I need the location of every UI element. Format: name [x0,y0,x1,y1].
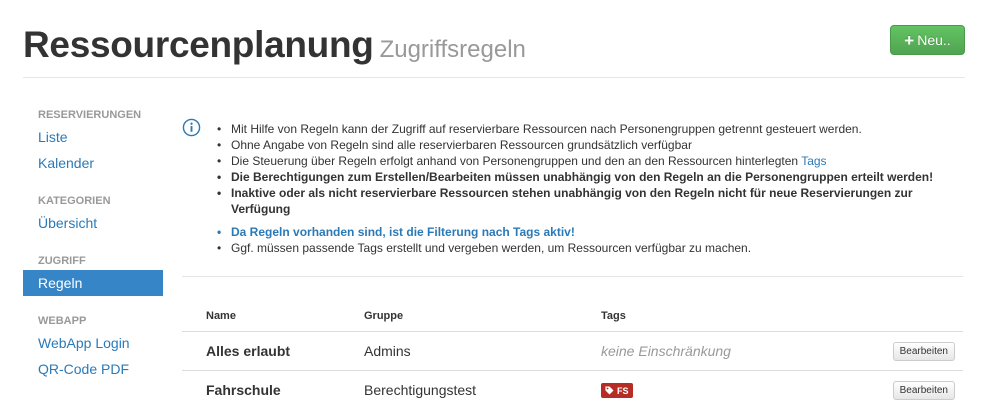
sidebar-item-qr-code-pdf[interactable]: QR-Code PDF [23,356,163,382]
rules-table: Name Gruppe Tags Alles erlaubt Admins ke… [182,300,963,405]
tag-badge[interactable]: FS [601,383,633,398]
info-bullet: Die Steuerung über Regeln erfolgt anhand… [217,153,957,169]
table-header: Name Gruppe Tags [182,300,963,332]
nav-header-webapp: WEBAPP [38,315,87,327]
rule-name: Fahrschule [206,382,281,398]
info-bullet: Die Berechtigungen zum Erstellen/Bearbei… [217,169,957,185]
info-bullet: Ggf. müssen passende Tags erstellt und v… [217,240,957,256]
sidebar-item-regeln[interactable]: Regeln [23,270,163,296]
nav-header-kategorien: KATEGORIEN [38,195,111,207]
rule-name: Alles erlaubt [206,343,291,359]
tags-link[interactable]: Tags [801,154,826,168]
page-header: Ressourcenplanung Zugriffsregeln + Neu.. [23,20,965,78]
rule-tags-text: keine Einschränkung [601,343,731,359]
sidebar-item-webapp-login[interactable]: WebApp Login [23,330,163,356]
plus-icon: + [904,30,915,50]
edit-button[interactable]: Bearbeiten [892,380,955,400]
column-header-tags: Tags [601,309,626,322]
rule-tags: FS [601,382,871,398]
edit-button[interactable]: Bearbeiten [892,341,955,361]
info-bullet: Mit Hilfe von Regeln kann der Zugriff au… [217,121,957,137]
info-bullet-text: Die Steuerung über Regeln erfolgt anhand… [231,154,799,168]
info-bullet: Ohne Angabe von Regeln sind alle reservi… [217,137,957,153]
nav-header-reservierungen: RESERVIERUNGEN [38,109,142,121]
rule-group: Berechtigungstest [364,382,477,398]
info-circle-icon [182,118,201,137]
column-header-name: Name [206,309,236,322]
new-button[interactable]: + Neu.. [890,25,965,55]
rule-group: Admins [364,343,411,359]
table-row: Alles erlaubt Admins keine Einschränkung… [182,332,963,371]
table-row: Fahrschule Berechtigungstest FS Bearbeit… [182,371,963,405]
tag-badge-label: FS [617,385,629,396]
page-title: Ressourcenplanung Zugriffsregeln [23,24,526,66]
page-subtitle: Zugriffsregeln [379,36,526,63]
sidebar-item-kalender[interactable]: Kalender [23,150,163,176]
info-bullet-highlight: Da Regeln vorhanden sind, ist die Filter… [217,224,957,240]
column-header-gruppe: Gruppe [364,309,404,322]
tag-icon [605,386,614,395]
info-bullet: Inaktive oder als nicht reservierbare Re… [217,185,957,217]
page-title-text: Ressourcenplanung [23,24,374,65]
info-list: Mit Hilfe von Regeln kann der Zugriff au… [217,121,957,256]
sidebar-item-uebersicht[interactable]: Übersicht [23,210,163,236]
divider [182,276,963,277]
sidebar-nav: RESERVIERUNGEN Liste Kalender KATEGORIEN… [23,106,163,382]
new-button-label: Neu.. [917,32,951,48]
nav-header-zugriff: ZUGRIFF [38,255,86,267]
sidebar-item-liste[interactable]: Liste [23,124,163,150]
